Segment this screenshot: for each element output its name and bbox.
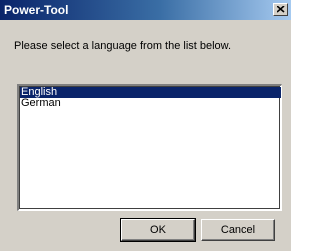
ok-button[interactable]: OK [120, 218, 196, 242]
window-title: Power-Tool [4, 3, 69, 17]
close-icon [277, 6, 285, 13]
language-listbox[interactable]: English German [17, 84, 282, 211]
language-dialog: Power-Tool Please select a language from… [0, 0, 291, 251]
title-bar[interactable]: Power-Tool [0, 0, 291, 20]
language-list: English German [20, 87, 281, 210]
cancel-button[interactable]: Cancel [201, 219, 275, 241]
close-button[interactable] [273, 3, 288, 16]
instruction-text: Please select a language from the list b… [14, 40, 232, 52]
list-item-german[interactable]: German [20, 98, 281, 109]
